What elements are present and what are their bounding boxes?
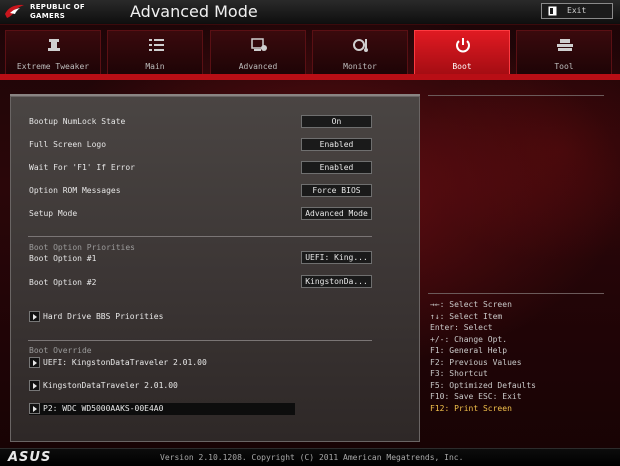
footer-version: Version 2.10.1208. Copyright (C) 2011 Am… (160, 453, 464, 462)
tool-icon (557, 39, 573, 51)
exit-icon (548, 6, 557, 16)
setting-label-fullscreen-logo: Full Screen Logo (29, 140, 107, 149)
tab-monitor[interactable]: Monitor (312, 30, 408, 74)
tweaker-icon (48, 39, 60, 51)
help-line-highlight: F12: Print Screen (430, 404, 512, 413)
submenu-label: Hard Drive BBS Priorities (43, 312, 164, 321)
help-line: F10: Save ESC: Exit (430, 392, 522, 401)
chevron-right-icon (29, 311, 40, 322)
chevron-right-icon (29, 357, 40, 368)
boot-option-1-label: Boot Option #1 (29, 254, 97, 263)
boot-override-item-selected[interactable]: P2: WDC WD5000AAKS-00E4A0 (29, 403, 295, 415)
exit-button[interactable]: Exit (541, 3, 613, 19)
monitor-icon (353, 39, 368, 52)
setting-value-setup-mode[interactable]: Advanced Mode (301, 207, 372, 220)
boot-option-2-value[interactable]: KingstonDa... (301, 275, 372, 288)
section-divider (28, 236, 372, 237)
tab-extreme-tweaker[interactable]: Extreme Tweaker (5, 30, 101, 74)
tab-tool[interactable]: Tool (516, 30, 612, 74)
tab-label: Main (145, 62, 165, 71)
page-title: Advanced Mode (130, 2, 258, 21)
setting-label-wait-f1: Wait For 'F1' If Error (29, 163, 135, 172)
help-line: ↑↓: Select Item (430, 312, 503, 321)
section-divider (28, 340, 372, 341)
tab-main[interactable]: Main (107, 30, 203, 74)
boot-option-1-value[interactable]: UEFI: King... (301, 251, 372, 264)
help-line: →←: Select Screen (430, 300, 512, 309)
boot-override-title: Boot Override (29, 346, 92, 355)
rog-emblem-icon (5, 4, 24, 18)
help-line: F2: Previous Values (430, 358, 522, 367)
boot-override-label: UEFI: KingstonDataTraveler 2.01.00 (43, 358, 207, 367)
tab-boot[interactable]: Boot (414, 30, 510, 74)
boot-override-item[interactable]: KingstonDataTraveler 2.01.00 (29, 380, 249, 392)
brand-line2: GAMERS (30, 12, 66, 20)
setting-value-wait-f1[interactable]: Enabled (301, 161, 372, 174)
help-line: Enter: Select (430, 323, 493, 332)
list-icon (149, 39, 164, 51)
boot-override-item[interactable]: UEFI: KingstonDataTraveler 2.01.00 (29, 357, 249, 369)
chevron-right-icon (29, 403, 40, 414)
setting-label-option-rom: Option ROM Messages (29, 186, 121, 195)
boot-override-label: P2: WDC WD5000AAKS-00E4A0 (43, 404, 164, 413)
footer-bar: ASUS Version 2.10.1208. Copyright (C) 20… (0, 448, 620, 466)
tab-label: Boot (452, 62, 472, 71)
setting-value-fullscreen-logo[interactable]: Enabled (301, 138, 372, 151)
tab-label: Advanced (238, 62, 278, 71)
setting-label-setup-mode: Setup Mode (29, 209, 78, 218)
tab-label: Monitor (343, 62, 377, 71)
exit-label: Exit (567, 6, 587, 15)
brand-line1: REPUBLIC OF (30, 3, 85, 11)
setting-value-option-rom[interactable]: Force BIOS (301, 184, 372, 197)
tab-label: Extreme Tweaker (16, 62, 90, 71)
header-bar: REPUBLIC OF GAMERS Advanced Mode Exit (0, 0, 620, 25)
advanced-icon (251, 38, 267, 51)
tab-advanced[interactable]: Advanced (210, 30, 306, 74)
help-line: F3: Shortcut (430, 369, 488, 378)
help-panel-divider (428, 293, 604, 294)
submenu-hdd-bbs-priorities[interactable]: Hard Drive BBS Priorities (29, 311, 229, 323)
boot-priorities-title: Boot Option Priorities (29, 243, 135, 252)
chevron-right-icon (29, 380, 40, 391)
help-line: F1: General Help (430, 346, 508, 355)
boot-override-label: KingstonDataTraveler 2.01.00 (43, 381, 178, 390)
setting-value-numlock[interactable]: On (301, 115, 372, 128)
power-icon (456, 38, 470, 53)
asus-logo: ASUS (8, 450, 52, 465)
help-line: F5: Optimized Defaults (430, 381, 536, 390)
help-panel-top-divider (428, 95, 604, 96)
tab-bar-underline (0, 74, 620, 80)
tab-label: Tool (554, 62, 574, 71)
help-line: +/-: Change Opt. (430, 335, 508, 344)
boot-option-2-label: Boot Option #2 (29, 278, 97, 287)
setting-label-numlock: Bootup NumLock State (29, 117, 126, 126)
